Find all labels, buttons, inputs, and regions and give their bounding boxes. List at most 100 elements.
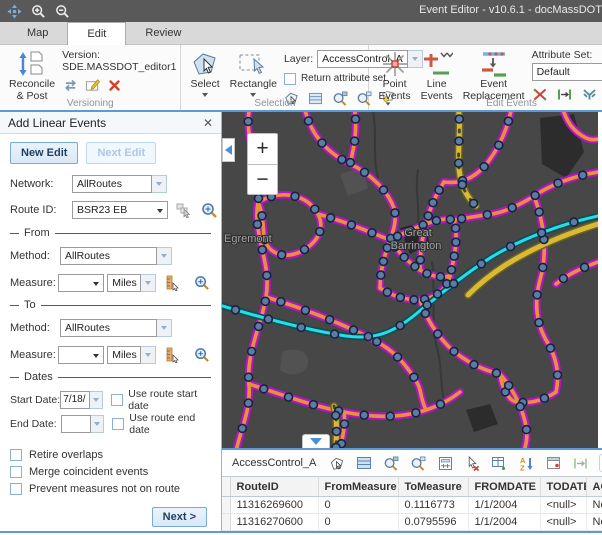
post-version-icon[interactable] <box>84 77 100 93</box>
to-method-arrow[interactable] <box>157 319 172 337</box>
pick-route-icon[interactable] <box>176 201 192 219</box>
start-date-arrow[interactable] <box>90 391 103 409</box>
start-date-label: Start Date: <box>10 394 60 406</box>
from-method-arrow[interactable] <box>157 247 172 265</box>
title-bar: Event Editor - v10.6.1 - docMassDOTI <box>0 0 602 22</box>
point-events-button[interactable]: Point Events <box>375 48 413 104</box>
to-unit-arrow[interactable] <box>141 346 156 364</box>
col-todate[interactable]: TODATE <box>540 477 586 497</box>
table-pan-selected-icon[interactable] <box>410 455 426 471</box>
route-id-combo[interactable]: BSR23 EB <box>72 201 168 219</box>
table-row[interactable]: 11316269600 0 0.1116773 1/1/2004 <null> … <box>222 497 602 514</box>
pick-from-measure-icon[interactable] <box>164 274 181 292</box>
to-measure-combo[interactable] <box>58 346 104 364</box>
from-unit-combo[interactable]: Miles <box>107 274 156 292</box>
layer-label: Layer: <box>284 53 313 65</box>
zoom-route-icon[interactable] <box>201 201 218 219</box>
point-events-icon <box>380 49 410 79</box>
tab-map[interactable]: Map <box>8 24 67 44</box>
attribute-set-combo[interactable]: Default <box>532 63 602 81</box>
prevent-measures-checkbox[interactable] <box>10 483 22 495</box>
pan-icon[interactable] <box>6 3 22 19</box>
prevent-measures-label: Prevent measures not on route <box>29 483 180 495</box>
col-routeid[interactable]: RouteID <box>230 477 318 497</box>
collapse-panel-button[interactable] <box>222 138 235 162</box>
col-fromdate[interactable]: FROMDATE <box>468 477 540 497</box>
table-show-selected-icon[interactable] <box>356 455 372 471</box>
reconcile-icon[interactable] <box>62 77 78 93</box>
table-swap-measures-icon[interactable] <box>572 455 588 471</box>
map-canvas[interactable]: Egremont Great Barrington + − <box>222 112 598 448</box>
table-statistics-icon[interactable] <box>437 455 453 471</box>
col-access[interactable]: ACCESS <box>586 477 602 497</box>
zoom-to-measure-icon[interactable] <box>194 346 211 364</box>
map-zoom-out-button[interactable]: − <box>247 164 278 195</box>
rectangle-dropdown-caret[interactable] <box>250 93 256 97</box>
select-dropdown-caret[interactable] <box>202 93 208 97</box>
close-panel-icon[interactable]: ✕ <box>203 117 213 129</box>
ribbon-tabs: Map Edit Review <box>0 22 602 45</box>
use-route-start-checkbox[interactable] <box>111 394 123 406</box>
table-clear-selection-icon[interactable] <box>464 455 480 471</box>
table-add-record-icon[interactable] <box>491 455 507 471</box>
attribute-table-panel: AccessControl_A <box>222 448 602 531</box>
from-method-label: Method: <box>10 250 60 262</box>
from-method-combo[interactable]: AllRoutes <box>60 247 172 265</box>
zoom-in-icon[interactable] <box>30 3 46 19</box>
panel-title: Add Linear Events <box>8 116 106 130</box>
next-edit-button[interactable]: Next Edit <box>86 142 156 164</box>
dates-section-separator: Dates <box>10 368 211 386</box>
end-date-arrow[interactable] <box>91 415 104 433</box>
table-attributes-window-icon[interactable] <box>545 455 561 471</box>
tab-edit[interactable]: Edit <box>67 22 126 45</box>
version-value: SDE.MASSDOT_editor1 <box>62 61 176 73</box>
group-label-edit-events: Edit Events <box>369 98 602 109</box>
retire-overlaps-checkbox[interactable] <box>10 449 22 461</box>
merge-coincident-checkbox[interactable] <box>10 466 22 478</box>
table-zoom-selected-icon[interactable] <box>383 455 399 471</box>
to-unit-combo[interactable]: Miles <box>107 346 156 364</box>
table-select-features-icon[interactable] <box>329 455 345 471</box>
ribbon-group-versioning: Reconcile & Post Version: SDE.MASSDOT_ed… <box>0 45 181 110</box>
col-frommeasure[interactable]: FromMeasure <box>318 477 398 497</box>
map-zoom-control: + − <box>247 133 278 195</box>
use-route-end-label: Use route end date <box>129 412 211 436</box>
event-replacement-icon <box>477 49 511 79</box>
rectangle-select-button[interactable]: Rectangle <box>227 48 280 98</box>
line-events-button[interactable]: Line Events <box>418 48 456 104</box>
add-linear-events-panel: Add Linear Events ✕ New Edit Next Edit N… <box>0 112 222 531</box>
to-method-label: Method: <box>10 322 60 334</box>
zoom-from-measure-icon[interactable] <box>194 274 211 292</box>
use-route-end-checkbox[interactable] <box>112 418 124 430</box>
retire-overlaps-label: Retire overlaps <box>29 449 103 461</box>
next-button[interactable]: Next > <box>152 507 207 527</box>
table-sort-icon[interactable]: A Z <box>518 455 534 471</box>
return-attribute-set-checkbox[interactable] <box>284 73 296 85</box>
tab-review[interactable]: Review <box>126 24 200 44</box>
ribbon-group-edit-events: Point Events Line Events <box>369 45 602 110</box>
table-toolbar: AccessControl_A <box>222 450 602 476</box>
delete-version-icon[interactable] <box>106 77 122 93</box>
event-replacement-button[interactable]: Event Replacement <box>460 48 528 104</box>
network-combo[interactable]: AllRoutes <box>72 175 167 193</box>
from-measure-combo[interactable] <box>58 274 104 292</box>
table-row[interactable]: 11316270600 0 0.0795596 1/1/2004 <null> … <box>222 514 602 531</box>
group-label-selection: Selection <box>181 98 368 109</box>
reconcile-post-button[interactable]: Reconcile & Post <box>6 48 58 104</box>
network-combo-arrow[interactable] <box>152 175 167 193</box>
zoom-out-icon[interactable] <box>54 3 70 19</box>
to-method-combo[interactable]: AllRoutes <box>60 319 172 337</box>
map-graphics: Egremont Great Barrington <box>222 112 598 448</box>
collapse-table-button[interactable] <box>302 434 330 448</box>
map-zoom-in-button[interactable]: + <box>247 133 278 164</box>
end-date-combo[interactable] <box>61 415 104 433</box>
pick-to-measure-icon[interactable] <box>164 346 181 364</box>
start-date-combo[interactable]: 7/18/ <box>60 391 103 409</box>
new-edit-button[interactable]: New Edit <box>10 142 78 164</box>
select-button[interactable]: Select <box>187 48 222 98</box>
merge-coincident-label: Merge coincident events <box>29 466 148 478</box>
table-header-row: RouteID FromMeasure ToMeasure FROMDATE T… <box>222 477 602 497</box>
col-tomeasure[interactable]: ToMeasure <box>398 477 468 497</box>
from-unit-arrow[interactable] <box>141 274 156 292</box>
svg-text:Z: Z <box>520 463 525 471</box>
